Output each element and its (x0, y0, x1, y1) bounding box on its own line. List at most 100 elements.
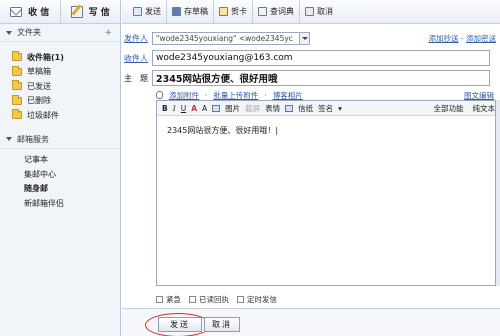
write-mail-button[interactable]: 写 信 (59, 0, 121, 23)
folder-label: 已发送 (27, 81, 51, 91)
toolbar-cancel-button[interactable]: 取消 (299, 0, 338, 24)
urgent-option[interactable]: 紧急 (156, 294, 181, 305)
add-bcc-link[interactable]: 添加密送 (466, 34, 496, 43)
stationery-icon (285, 104, 294, 112)
collapse-triangle-icon (6, 30, 12, 35)
toolbar-save-draft-button[interactable]: 存草稿 (166, 0, 213, 24)
folder-icon (12, 80, 22, 91)
toolbar-label: 发送 (145, 7, 161, 16)
write-mail-label: 写 信 (88, 8, 110, 18)
services-title: 邮箱服务 (17, 134, 49, 144)
envelope-icon (10, 6, 23, 17)
toolbar-dictionary-button[interactable]: 查词典 (252, 0, 299, 24)
service-notepad[interactable]: 记事本 (0, 153, 120, 168)
font-size-button[interactable]: A (202, 104, 207, 113)
cc-bcc-links: 添加抄送 - 添加密送 (428, 33, 496, 43)
sidebar-top-buttons: 收 信 写 信 (0, 0, 120, 24)
sender-row: 发件人 "wode2345youxiang" <wode2345yc 添加抄送 … (122, 28, 500, 48)
folder-label: 垃圾邮件 (27, 110, 59, 120)
sender-value: "wode2345youxiang" <wode2345yc (156, 33, 293, 43)
receive-mail-button[interactable]: 收 信 (0, 0, 60, 23)
add-attachment-link[interactable]: 添加附件 (169, 90, 199, 101)
subject-row: 主 题 2345网站很方便、很好用哦 (122, 68, 500, 88)
scrollbar[interactable] (496, 100, 500, 286)
insert-image-button[interactable]: 图片 (225, 103, 240, 114)
signature-button[interactable]: 签名 (318, 103, 333, 114)
underline-button[interactable]: U (181, 104, 187, 113)
message-editor: B I U A A 图片 截屏 表情 信纸 签名 ▾ 全部功能 纯文本 2345… (156, 100, 496, 286)
folder-label: 收件箱(1) (27, 52, 64, 62)
scheduled-send-checkbox[interactable] (237, 296, 244, 303)
chevron-down-icon[interactable] (299, 32, 309, 44)
add-folder-icon[interactable]: + (104, 28, 112, 38)
blog-photos-link[interactable]: 博客相片 (273, 90, 303, 101)
services-header[interactable]: 邮箱服务 (0, 131, 120, 149)
read-receipt-option[interactable]: 已读回执 (189, 294, 229, 305)
all-functions-button[interactable]: 全部功能 (434, 103, 464, 114)
send-button[interactable]: 发送 (158, 317, 202, 332)
collapse-triangle-icon (6, 137, 12, 141)
signature-caret-icon[interactable]: ▾ (338, 104, 342, 113)
receive-mail-label: 收 信 (28, 8, 50, 18)
sender-label[interactable]: 发件人 (122, 33, 152, 44)
folder-label: 已删除 (27, 96, 51, 106)
scheduled-send-option[interactable]: 定时发信 (237, 294, 277, 305)
subject-input[interactable]: 2345网站很方便、很好用哦 (152, 70, 490, 86)
add-cc-link[interactable]: 添加抄送 (429, 34, 459, 43)
emoji-button[interactable]: 表情 (265, 103, 280, 114)
cancel-button[interactable]: 取消 (204, 317, 240, 332)
bold-button[interactable]: B (162, 104, 168, 113)
urgent-checkbox[interactable] (156, 296, 163, 303)
cancel-icon (305, 7, 314, 16)
toolbar-label: 取消 (317, 7, 333, 16)
rich-edit-link[interactable]: 图文编辑 (464, 90, 494, 101)
folder-label: 草稿箱 (27, 67, 51, 77)
toolbar-label: 查词典 (270, 7, 294, 16)
service-label: 新邮箱伴侣 (24, 198, 64, 208)
folders-header[interactable]: 文件夹 + (0, 24, 120, 42)
folder-spam[interactable]: 垃圾邮件 (0, 108, 120, 123)
service-mobile-mail[interactable]: 随身邮 (0, 182, 120, 197)
save-draft-icon (172, 7, 181, 16)
pencil-icon (70, 5, 83, 18)
folder-deleted[interactable]: 已删除 (0, 94, 120, 109)
folder-sent[interactable]: 已发送 (0, 79, 120, 94)
recipient-row: 收件人 wode2345youxiang@163.com (122, 48, 500, 68)
sender-select[interactable]: "wode2345youxiang" <wode2345yc (152, 31, 310, 45)
toolbar-send-button[interactable]: 发送 (128, 0, 166, 24)
bottom-action-bar: 发送 取消 (122, 308, 500, 336)
folder-drafts[interactable]: 草稿箱 (0, 65, 120, 80)
image-icon (212, 104, 221, 112)
dictionary-icon (258, 7, 267, 16)
folder-icon (12, 65, 22, 76)
service-label: 记事本 (24, 155, 48, 165)
font-color-button[interactable]: A (191, 104, 197, 113)
message-body[interactable]: 2345网站很方便、很好用哦！| (157, 116, 495, 145)
batch-upload-link[interactable]: 批量上传附件 (213, 90, 258, 101)
service-stamp-center[interactable]: 集邮中心 (0, 167, 120, 182)
screenshot-button[interactable]: 截屏 (245, 103, 260, 114)
plain-text-button[interactable]: 纯文本 (473, 103, 496, 114)
editor-toolbar: B I U A A 图片 截屏 表情 信纸 签名 ▾ 全部功能 纯文本 (157, 101, 495, 116)
send-icon (133, 7, 142, 16)
service-label: 随身邮 (24, 184, 48, 194)
compose-toolbar: 发送 存草稿 贺卡 查词典 取消 (122, 0, 500, 24)
service-mail-companion[interactable]: 新邮箱伴侣 (0, 196, 120, 211)
italic-button[interactable]: I (173, 104, 176, 113)
folder-icon (12, 94, 22, 105)
folder-icon (12, 51, 22, 62)
subject-label: 主 题 (124, 73, 148, 83)
compose-form: 发件人 "wode2345youxiang" <wode2345yc 添加抄送 … (122, 24, 500, 102)
recipient-input[interactable]: wode2345youxiang@163.com (152, 50, 490, 66)
folders-title: 文件夹 (17, 28, 41, 37)
read-receipt-checkbox[interactable] (189, 296, 196, 303)
toolbar-greeting-card-button[interactable]: 贺卡 (213, 0, 252, 24)
send-options: 紧急 已读回执 定时发信 (156, 294, 277, 305)
greeting-card-icon (219, 7, 228, 16)
recipient-label[interactable]: 收件人 (122, 53, 152, 64)
paperclip-icon (156, 91, 163, 99)
folder-inbox[interactable]: 收件箱(1) (0, 50, 120, 65)
toolbar-label: 存草稿 (184, 7, 208, 16)
stationery-button[interactable]: 信纸 (298, 103, 313, 114)
compose-panel: 发送 存草稿 贺卡 查词典 取消 发件人 "wode2345youxiang" … (122, 0, 500, 336)
